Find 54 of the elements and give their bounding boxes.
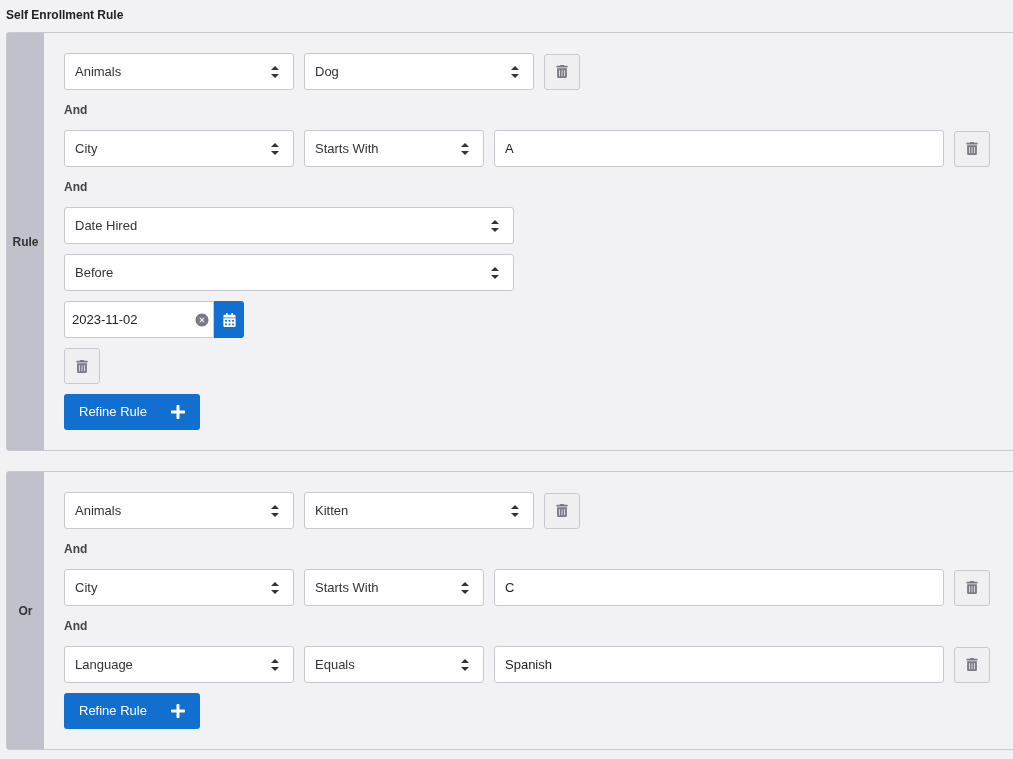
and-label: And (64, 618, 88, 635)
date-input-field[interactable]: 2023-11-02 (64, 301, 214, 338)
section-title: Self Enrollment Rule (5, 7, 125, 24)
delete-button[interactable] (954, 646, 990, 683)
select-field[interactable]: Dog (304, 53, 534, 90)
select-field[interactable]: Language (64, 646, 294, 683)
trash-icon (556, 504, 568, 517)
delete-button[interactable] (954, 569, 990, 606)
select-field[interactable]: City (64, 569, 294, 606)
select-field[interactable]: Equals (304, 646, 484, 683)
and-label: And (64, 179, 88, 196)
select-field[interactable]: Animals (64, 53, 294, 90)
select-field[interactable]: Animals (64, 492, 294, 529)
calendar-icon (222, 312, 236, 327)
text-input-field[interactable]: C (494, 569, 944, 606)
delete-button[interactable] (544, 492, 580, 529)
trash-icon (966, 142, 978, 155)
delete-button[interactable] (954, 130, 990, 167)
delete-button[interactable] (544, 53, 580, 90)
sort-arrows-icon (461, 581, 469, 594)
sort-arrows-icon (271, 142, 279, 155)
and-label: And (64, 541, 88, 558)
text-input-field[interactable]: A (494, 130, 944, 167)
select-field[interactable]: Before (64, 254, 514, 291)
plus-icon (170, 404, 186, 420)
trash-icon (556, 65, 568, 78)
trash-icon (76, 359, 88, 373)
select-field[interactable]: Date Hired (64, 207, 514, 244)
delete-button[interactable] (64, 348, 100, 384)
sort-arrows-icon (511, 504, 519, 517)
sort-arrows-icon (461, 142, 469, 155)
select-field[interactable]: Starts With (304, 569, 484, 606)
sort-arrows-icon (271, 504, 279, 517)
refine-rule-button[interactable]: Refine Rule (64, 693, 200, 729)
clear-icon[interactable] (194, 311, 210, 328)
calendar-button[interactable] (214, 301, 244, 338)
trash-icon (966, 658, 978, 671)
sort-arrows-icon (461, 658, 469, 671)
refine-rule-button[interactable]: Refine Rule (64, 394, 200, 430)
select-field[interactable]: Starts With (304, 130, 484, 167)
trash-icon (966, 581, 978, 594)
sort-arrows-icon (271, 65, 279, 78)
group-label: Or (18, 602, 33, 620)
select-field[interactable]: Kitten (304, 492, 534, 529)
and-label: And (64, 102, 88, 119)
sort-arrows-icon (491, 266, 499, 279)
sort-arrows-icon (271, 658, 279, 671)
sort-arrows-icon (491, 219, 499, 232)
plus-icon (170, 703, 186, 719)
select-field[interactable]: City (64, 130, 294, 167)
sort-arrows-icon (511, 65, 519, 78)
sort-arrows-icon (271, 581, 279, 594)
group-label: Rule (12, 233, 39, 251)
text-input-field[interactable]: Spanish (494, 646, 944, 683)
